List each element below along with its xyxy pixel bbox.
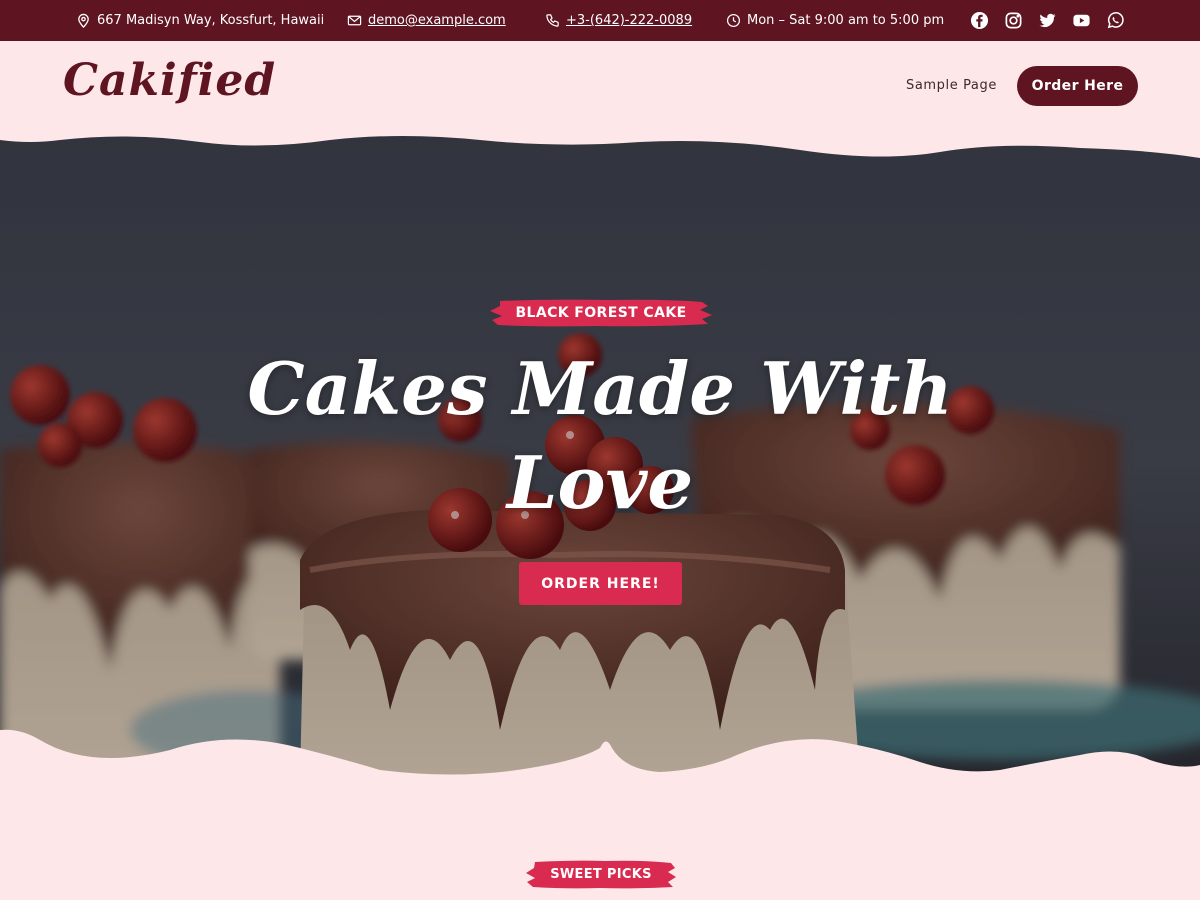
site-header: Cakified Sample Page Order Here (0, 41, 1200, 141)
nav-sample-page[interactable]: Sample Page (906, 78, 997, 93)
order-here-button[interactable]: Order Here (1017, 66, 1138, 106)
facebook-icon[interactable] (970, 11, 989, 30)
sweet-picks-badge: SWEET PICKS (525, 858, 677, 890)
twitter-icon[interactable] (1038, 11, 1057, 30)
sweet-picks-label: SWEET PICKS (550, 866, 652, 882)
email-link[interactable]: demo@example.com (368, 13, 506, 28)
instagram-icon[interactable] (1004, 11, 1023, 30)
phone-link[interactable]: +3-(642)-222-0089 (566, 13, 692, 28)
social-links (970, 0, 1125, 41)
envelope-icon (347, 15, 362, 26)
hours-item: Mon – Sat 9:00 am to 5:00 pm (726, 0, 944, 41)
top-info-bar: 667 Madisyn Way, Kossfurt, Hawaii demo@e… (0, 0, 1200, 41)
address-text: 667 Madisyn Way, Kossfurt, Hawaii (97, 13, 325, 28)
hero-badge-label: BLACK FOREST CAKE (515, 305, 687, 321)
hero-title: Cakes Made With Love (247, 346, 953, 525)
youtube-icon[interactable] (1072, 11, 1091, 30)
site-logo[interactable]: Cakified (63, 55, 276, 106)
email-item[interactable]: demo@example.com (347, 0, 506, 41)
phone-item[interactable]: +3-(642)-222-0089 (545, 0, 692, 41)
order-here-cta-button[interactable]: ORDER HERE! (519, 562, 682, 605)
whatsapp-icon[interactable] (1106, 11, 1125, 30)
phone-icon (546, 14, 559, 27)
clock-icon (726, 13, 741, 28)
hours-text: Mon – Sat 9:00 am to 5:00 pm (747, 13, 945, 28)
hero-badge: BLACK FOREST CAKE (488, 298, 714, 328)
location-pin-icon (78, 13, 89, 28)
address-item: 667 Madisyn Way, Kossfurt, Hawaii (76, 0, 324, 41)
